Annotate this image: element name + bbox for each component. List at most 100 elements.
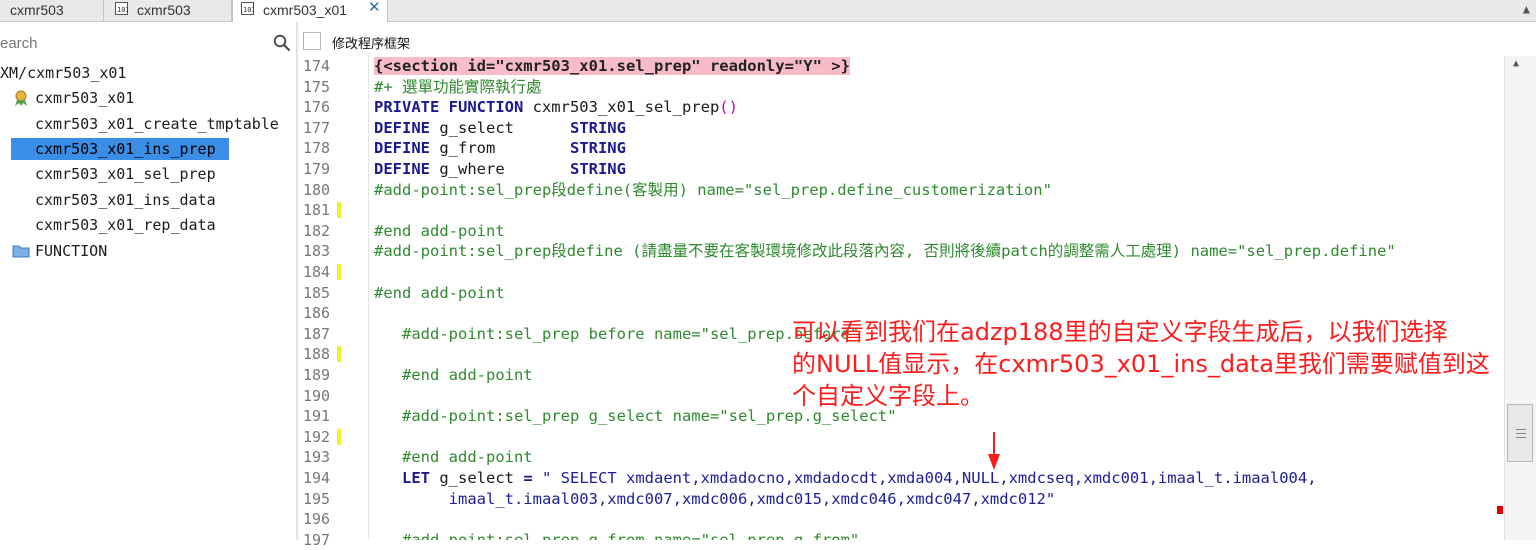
tree-item-rep-data[interactable]: cxmr503_x01_rep_data: [35, 214, 293, 236]
change-marker: [337, 346, 341, 363]
code-token: " SELECT xmdaent,xmdadocno,xmdadocdt,xmd…: [532, 469, 1317, 487]
code-token: (): [719, 98, 738, 117]
code-line: #end add-point: [374, 365, 533, 385]
code-line: DEFINE g_select STRING: [374, 118, 626, 138]
tab-label: cxmr503: [137, 2, 191, 18]
code-token: =: [523, 469, 533, 487]
line-number: 179: [303, 160, 331, 178]
code-line: #add-point:sel_prep before name="sel_pre…: [374, 324, 859, 344]
close-icon[interactable]: ✕: [368, 0, 381, 17]
change-marker: [337, 264, 341, 280]
code-token: DEFINE: [374, 139, 430, 158]
code-line: #end add-point: [374, 447, 533, 467]
tab-cxmr503-1[interactable]: cxmr503: [0, 0, 104, 21]
code-line: PRIVATE FUNCTION cxmr503_x01_sel_prep(): [374, 97, 738, 117]
code-token: STRING: [569, 118, 626, 137]
editor-tab-bar: cxmr503 101 cxmr503 101 cxmr503_x01 ✕ ▲: [0, 0, 1536, 22]
line-number: 189: [303, 366, 331, 384]
tab-label: cxmr503: [10, 2, 64, 18]
tree-item-ins-data[interactable]: cxmr503_x01_ins_data: [35, 189, 293, 211]
code-token: {<section id="cxmr503_x01.sel_prep" read…: [374, 57, 850, 75]
editor-options: 修改程序框架: [299, 30, 1536, 56]
line-number: 178: [303, 139, 331, 158]
line-number: 196: [303, 510, 331, 529]
line-number: 191: [303, 407, 331, 426]
line-number: 181: [303, 201, 331, 220]
folder-icon: [12, 245, 30, 258]
annotation-arrow-icon: [988, 432, 1000, 470]
program-file-icon: 101: [241, 2, 254, 15]
code-line: #end add-point: [374, 283, 505, 303]
code-token: LET: [402, 469, 430, 487]
search-box: [0, 32, 294, 54]
line-number: 184: [303, 263, 331, 281]
code-token: #+ 選單功能實際執行處: [374, 77, 542, 96]
line-number: 194: [303, 469, 331, 487]
code-token: #end add-point: [374, 448, 533, 467]
code-line: imaal_t.imaal003,xmdc007,xmdc006,xmdc015…: [374, 489, 1056, 509]
tree-item-main[interactable]: cxmr503_x01: [12, 87, 292, 109]
line-number: 182: [303, 221, 331, 240]
line-number: 180: [303, 180, 331, 199]
search-icon[interactable]: [273, 34, 291, 52]
code-token: PRIVATE FUNCTION: [374, 98, 524, 117]
change-marker: [337, 428, 341, 445]
code-line: DEFINE g_where STRING: [374, 159, 626, 179]
tree-root[interactable]: XM/cxmr503_x01: [0, 62, 290, 84]
change-marker: [337, 202, 341, 219]
code-token: cxmr503_x01_sel_prep: [523, 98, 720, 117]
code-editor[interactable]: {<section id="cxmr503_x01.sel_prep" read…: [374, 56, 1502, 540]
line-number: 190: [303, 386, 331, 405]
code-token: g_select: [430, 118, 570, 137]
code-token: g_where: [430, 160, 570, 178]
line-number: 187: [303, 324, 331, 343]
code-token: #end add-point: [374, 221, 505, 240]
tab-cxmr503-2[interactable]: 101 cxmr503: [104, 0, 232, 21]
scroll-up-icon[interactable]: ▲: [1513, 58, 1519, 69]
line-number: 175: [303, 77, 331, 96]
tree-label: cxmr503_x01_ins_prep: [35, 140, 216, 158]
tree-item-function[interactable]: FUNCTION: [12, 240, 292, 262]
program-tree-panel: XM/cxmr503_x01 cxmr503_x01 cxmr503_x01_c…: [0, 22, 296, 540]
tab-cxmr503-x01[interactable]: 101 cxmr503_x01 ✕: [232, 0, 388, 22]
tree-label: cxmr503_x01: [35, 89, 135, 107]
code-token: DEFINE: [374, 118, 430, 137]
code-token: #add-point:sel_prep段define (請盡量不要在客製環境修改…: [374, 242, 1396, 261]
code-token: #add-point:sel_prep段define(客製用) name="se…: [374, 180, 1052, 199]
tree-item-ins-prep[interactable]: cxmr503_x01_ins_prep: [11, 138, 229, 160]
line-number: 195: [303, 489, 331, 508]
line-number: 186: [303, 304, 331, 323]
line-number-gutter: 174 175 176 177 178 179 180 181 182 183 184 185 186 1…: [299, 56, 341, 549]
code-token: g_select: [430, 469, 524, 487]
annotation-text: 可以看到我们在adzp188里的自定义字段生成后，以我们选择 的NULL值显示，…: [792, 318, 1490, 410]
gutter-divider: [368, 56, 369, 540]
chevron-up-icon[interactable]: ▲: [1523, 2, 1530, 16]
code-token: #end add-point: [374, 366, 533, 384]
checkbox-label: 修改程序框架: [332, 36, 411, 51]
award-icon: [15, 90, 27, 106]
code-line: #add-point:sel_prep段define (請盡量不要在客製環境修改…: [374, 241, 1396, 261]
grip-line: [1516, 429, 1526, 430]
program-file-icon: 101: [115, 2, 128, 15]
line-number: 192: [303, 427, 331, 446]
svg-text:101: 101: [243, 6, 254, 14]
scrollbar-thumb[interactable]: [1507, 404, 1533, 462]
search-input[interactable]: [0, 32, 270, 54]
tree-item-create-tmptable[interactable]: cxmr503_x01_create_tmptable: [35, 113, 293, 135]
vertical-scrollbar[interactable]: ▲: [1504, 56, 1536, 540]
line-number: 185: [303, 283, 331, 302]
code-line: #add-point:sel_prep g_from name="sel_pre…: [374, 530, 859, 540]
code-line: DEFINE g_from STRING: [374, 138, 626, 158]
code-token: STRING: [569, 160, 626, 178]
line-number: 183: [303, 242, 331, 261]
grip-line: [1516, 437, 1526, 438]
tree-label: cxmr503_x01_ins_data: [35, 191, 216, 209]
tree-label: FUNCTION: [35, 242, 108, 260]
svg-text:101: 101: [117, 6, 128, 14]
modify-framework-checkbox[interactable]: [303, 32, 321, 50]
overview-marker: [1497, 506, 1503, 514]
tree-label: cxmr503_x01_sel_prep: [35, 165, 216, 183]
tree-item-sel-prep[interactable]: cxmr503_x01_sel_prep: [35, 163, 293, 185]
line-number: 188: [303, 345, 331, 364]
line-number: 176: [303, 98, 331, 117]
